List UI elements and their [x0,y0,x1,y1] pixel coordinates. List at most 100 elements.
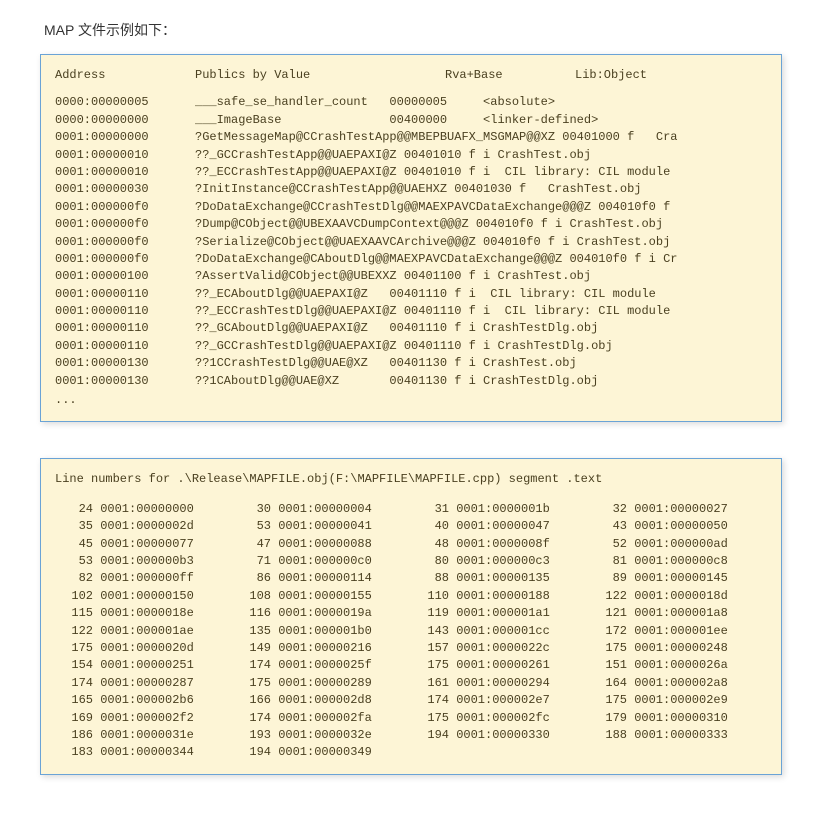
line-entry: 157 0001:0000022c [411,640,589,657]
line-entry: 166 0001:000002d8 [233,692,411,709]
line-number: 193 [233,727,271,744]
map-row: 0000:00000005___safe_se_handler_count 00… [55,94,767,111]
hdr-address: Address [55,67,195,84]
line-entry: 186 0001:0000031e [55,727,233,744]
line-address: 0001:000001ee [627,624,728,638]
line-address: 0001:000002d8 [271,693,372,707]
line-number: 82 [55,570,93,587]
map-row-symbol: ?Dump@CObject@@UBEXAAVCDumpContext@@@Z 0… [195,216,767,233]
map-row: 0001:000000f0?Serialize@CObject@@UAEXAAV… [55,234,767,251]
line-entry: 86 0001:00000114 [233,570,411,587]
line-number: 52 [589,536,627,553]
line-entry: 165 0001:000002b6 [55,692,233,709]
line-address: 0001:0000008f [449,537,550,551]
line-number: 116 [233,605,271,622]
line-number: 122 [589,588,627,605]
line-number: 186 [55,727,93,744]
line-address: 0001:0000020d [93,641,194,655]
line-address: 0001:000001b0 [271,624,372,638]
line-entry: 183 0001:00000344 [55,744,233,761]
line-entry: 47 0001:00000088 [233,536,411,553]
line-address: 0001:000001a1 [449,606,550,620]
line-entry: 71 0001:000000c0 [233,553,411,570]
line-address: 0001:000002f2 [93,711,194,725]
line-entry: 52 0001:000000ad [589,536,767,553]
line-address: 0001:00000135 [449,571,550,585]
line-address: 0001:0000022c [449,641,550,655]
map-row-symbol: ??_GCAboutDlg@@UAEPAXI@Z 00401110 f i Cr… [195,320,767,337]
line-number: 175 [233,675,271,692]
line-entry: 175 0001:0000020d [55,640,233,657]
line-entry: 121 0001:000001a8 [589,605,767,622]
line-entry: 194 0001:00000349 [233,744,411,761]
line-number: 115 [55,605,93,622]
line-number: 143 [411,623,449,640]
map-row: 0001:000000f0?Dump@CObject@@UBEXAAVCDump… [55,216,767,233]
line-number: 175 [55,640,93,657]
map-row-address: 0001:00000110 [55,320,195,337]
line-address: 0001:0000032e [271,728,372,742]
map-row-symbol: ___safe_se_handler_count 00000005 <absol… [195,94,767,111]
map-row: 0001:00000010??_ECCrashTestApp@@UAEPAXI@… [55,164,767,181]
line-address: 0001:00000289 [271,676,372,690]
line-entry: 175 0001:000002fc [411,710,589,727]
line-address: 0001:000000b3 [93,554,194,568]
line-entry: 32 0001:00000027 [589,501,767,518]
map-row: 0001:000000f0?DoDataExchange@CAboutDlg@@… [55,251,767,268]
line-entry: 179 0001:00000310 [589,710,767,727]
map-row-symbol: ??_ECAboutDlg@@UAEPAXI@Z 00401110 f i CI… [195,286,767,303]
line-address: 0001:000001a8 [627,606,728,620]
line-number: 174 [233,657,271,674]
map-row: 0001:00000100?AssertValid@CObject@@UBEXX… [55,268,767,285]
line-number: 165 [55,692,93,709]
map-row: 0001:000000f0?DoDataExchange@CCrashTestD… [55,199,767,216]
line-number: 31 [411,501,449,518]
line-address: 0001:00000330 [449,728,550,742]
map-row-symbol: ?Serialize@CObject@@UAEXAAVCArchive@@@Z … [195,234,767,251]
map-row-address: 0000:00000000 [55,112,195,129]
map-row: 0001:00000010??_GCCrashTestApp@@UAEPAXI@… [55,147,767,164]
line-address: 0001:00000088 [271,537,372,551]
line-entry: 81 0001:000000c8 [589,553,767,570]
line-number: 154 [55,657,93,674]
line-entry: 122 0001:0000018d [589,588,767,605]
line-address: 0001:00000077 [93,537,194,551]
map-row-address: 0001:00000110 [55,303,195,320]
line-number: 157 [411,640,449,657]
line-entry: 89 0001:00000145 [589,570,767,587]
map-row-address: 0001:00000000 [55,129,195,146]
line-address: 0001:00000188 [449,589,550,603]
line-number: 43 [589,518,627,535]
map-header-row: Address Publics by Value Rva+Base Lib:Ob… [55,67,767,84]
line-entry: 164 0001:000002a8 [589,675,767,692]
line-address: 0001:000000ad [627,537,728,551]
line-entry: 175 0001:00000248 [589,640,767,657]
line-numbers-panel: Line numbers for .\Release\MAPFILE.obj(F… [40,458,782,774]
line-number: 166 [233,692,271,709]
line-entry: 53 0001:00000041 [233,518,411,535]
map-row-address: 0001:00000110 [55,286,195,303]
map-row-symbol: ?AssertValid@CObject@@UBEXXZ 00401100 f … [195,268,767,285]
line-number: 175 [589,640,627,657]
line-number: 194 [411,727,449,744]
map-row-address: 0001:00000130 [55,355,195,372]
caption-text: MAP 文件示例如下： [44,20,782,40]
line-entry: 135 0001:000001b0 [233,623,411,640]
map-row-address: 0001:00000010 [55,164,195,181]
line-address: 0001:000000ff [93,571,194,585]
line-address: 0001:000001ae [93,624,194,638]
line-number: 102 [55,588,93,605]
line-number: 71 [233,553,271,570]
line-entry: 161 0001:00000294 [411,675,589,692]
map-symbols-panel: Address Publics by Value Rva+Base Lib:Ob… [40,54,782,422]
line-address: 0001:00000000 [93,502,194,516]
line-entry: 116 0001:0000019a [233,605,411,622]
line-number: 24 [55,501,93,518]
line-entry: 40 0001:00000047 [411,518,589,535]
line-address: 0001:000000c8 [627,554,728,568]
line-entry: 45 0001:00000077 [55,536,233,553]
line-address: 0001:0000018e [93,606,194,620]
line-numbers-grid: 24 0001:0000000030 0001:0000000431 0001:… [55,501,767,762]
line-number: 53 [233,518,271,535]
line-number: 149 [233,640,271,657]
